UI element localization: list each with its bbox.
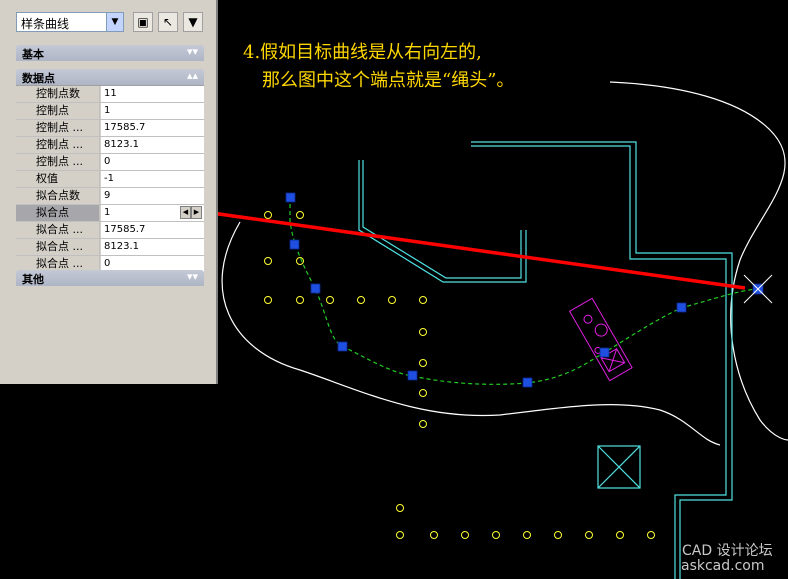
section-data-points-title: 数据点 (22, 72, 55, 85)
property-label: 控制点 (16, 103, 100, 119)
section-basic-title: 基本 (22, 48, 44, 61)
property-row[interactable]: 控制点数 11 (16, 86, 204, 103)
section-other-title: 其他 (22, 273, 44, 286)
section-other[interactable]: 其他 ▾▾ (16, 270, 204, 286)
property-row[interactable]: 权值 -1 (16, 171, 204, 188)
property-value[interactable]: 1 ◀ ▶ (101, 205, 204, 221)
property-value[interactable]: -1 (101, 171, 204, 187)
properties-panel: 样条曲线 ▼ ▣ ↖ ▼ 基本 ▾▾ 数据点 ▴▴ 控制点数 11 控制点 1 控制… (0, 0, 218, 384)
object-type-value: 样条曲线 (21, 17, 70, 31)
object-type-dropdown[interactable]: 样条曲线 ▼ (16, 12, 124, 32)
property-value[interactable]: 9 (101, 188, 204, 204)
property-row[interactable]: 控制点 ... 0 (16, 154, 204, 171)
collapse-icon[interactable]: ▴▴ (187, 69, 198, 82)
quick-select-icon[interactable]: ▣ (133, 12, 153, 32)
property-row[interactable]: 控制点 1 (16, 103, 204, 120)
property-label: 拟合点 (16, 205, 100, 221)
equipment-block (568, 297, 633, 382)
property-label: 控制点 ... (16, 120, 100, 136)
property-row[interactable]: 拟合点 ... 8123.1 (16, 239, 204, 256)
tree-markers (264, 211, 655, 539)
boundary-curve-right (609, 81, 788, 441)
spline-curve[interactable] (289, 197, 759, 385)
filter-icon[interactable]: ▼ (183, 12, 203, 32)
endpoint-cursor-icon (743, 274, 773, 304)
chevron-down-icon[interactable]: ▼ (106, 13, 123, 31)
property-label: 权值 (16, 171, 100, 187)
property-row[interactable]: 拟合点 ... 17585.7 (16, 222, 204, 239)
property-row-selected[interactable]: 拟合点 1 ◀ ▶ (16, 205, 204, 222)
property-value[interactable]: 8123.1 (101, 239, 204, 255)
expand-icon[interactable]: ▾▾ (187, 270, 198, 283)
annotation-line-1: 4.假如目标曲线是从右向左的, (243, 42, 482, 63)
select-objects-icon[interactable]: ↖ (158, 12, 178, 32)
next-point-icon[interactable]: ▶ (191, 206, 202, 219)
watermark-title: CAD 设计论坛 (682, 543, 773, 559)
property-label: 控制点 ... (16, 154, 100, 170)
expand-icon[interactable]: ▾▾ (187, 45, 198, 58)
property-row[interactable]: 控制点 ... 17585.7 (16, 120, 204, 137)
property-value[interactable]: 17585.7 (101, 222, 204, 238)
property-value[interactable]: 0 (101, 154, 204, 170)
point-stepper[interactable]: ◀ ▶ (180, 206, 202, 219)
section-basic[interactable]: 基本 ▾▾ (16, 45, 204, 61)
property-label: 控制点 ... (16, 137, 100, 153)
property-row[interactable]: 拟合点数 9 (16, 188, 204, 205)
property-grid: 控制点数 11 控制点 1 控制点 ... 17585.7 控制点 ... 8123.1… (16, 85, 204, 273)
property-value[interactable]: 1 (101, 103, 204, 119)
property-label: 拟合点数 (16, 188, 100, 204)
watermark-url: askcad.com (681, 558, 765, 574)
fit-point-index: 1 (104, 207, 111, 218)
section-data-points[interactable]: 数据点 ▴▴ (16, 69, 204, 85)
boundary-curve-left (221, 221, 721, 446)
property-label: 拟合点 ... (16, 239, 100, 255)
property-value[interactable]: 11 (101, 86, 204, 102)
building-walls (358, 141, 733, 579)
property-label: 拟合点 ... (16, 222, 100, 238)
property-value[interactable]: 17585.7 (101, 120, 204, 136)
previous-point-icon[interactable]: ◀ (180, 206, 191, 219)
property-value[interactable]: 8123.1 (101, 137, 204, 153)
property-label: 控制点数 (16, 86, 100, 102)
property-row[interactable]: 控制点 ... 8123.1 (16, 137, 204, 154)
annotation-line-2: 那么图中这个端点就是“绳头”。 (262, 70, 515, 91)
spline-grips[interactable] (285, 192, 764, 388)
